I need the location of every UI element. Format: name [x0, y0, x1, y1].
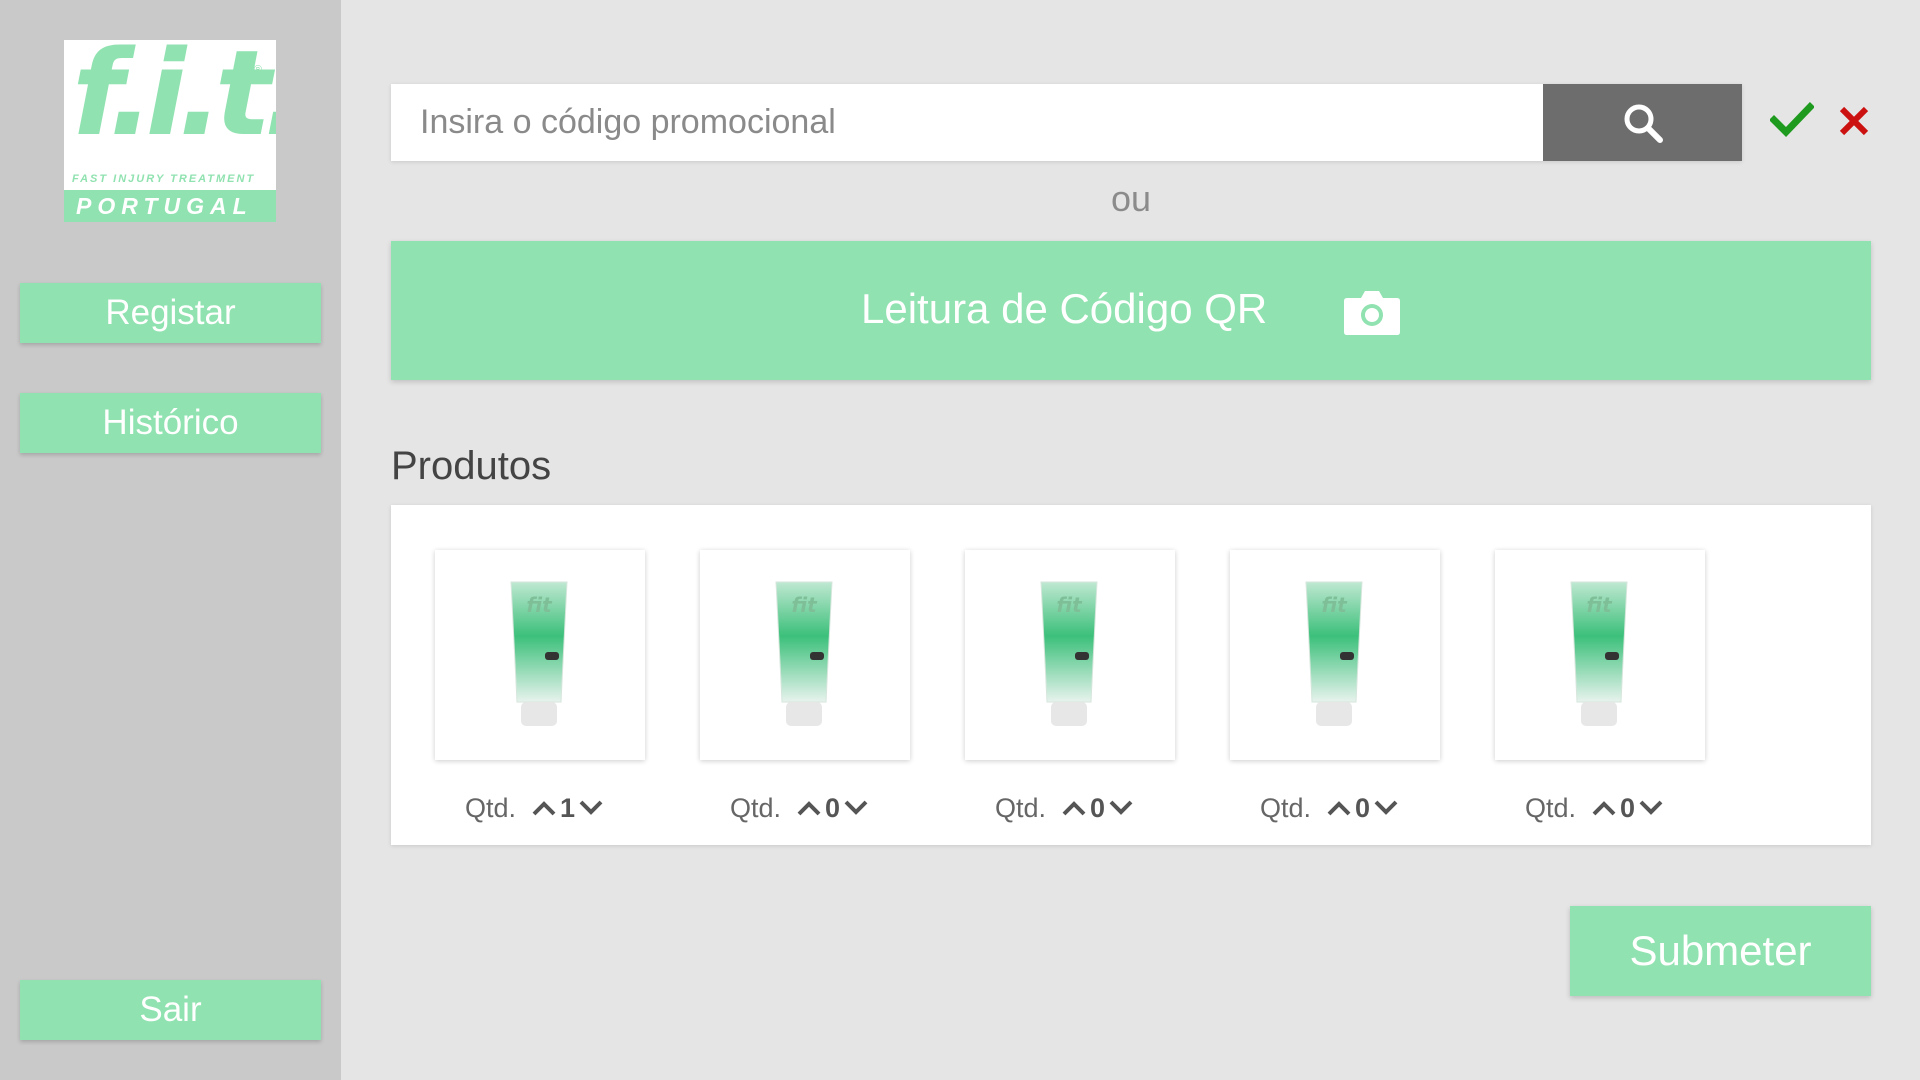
chevron-up-icon[interactable]: [1325, 797, 1353, 819]
chevron-down-icon[interactable]: [1637, 797, 1665, 819]
svg-text:fit: fit: [1321, 593, 1348, 617]
search-button[interactable]: [1543, 84, 1742, 161]
chevron-up-icon[interactable]: [1590, 797, 1618, 819]
chevron-up-icon[interactable]: [530, 797, 558, 819]
close-icon[interactable]: [1838, 105, 1870, 137]
cream-tube-icon: fit: [775, 581, 833, 726]
qty-label: Qtd.: [995, 792, 1047, 823]
submit-button[interactable]: Submeter: [1570, 906, 1871, 996]
logo-country: PORTUGAL: [64, 190, 276, 222]
logo-tagline: FAST INJURY TREATMENT: [72, 173, 256, 185]
check-icon[interactable]: [1770, 102, 1814, 138]
product-card: fit Qtd. 0: [1495, 550, 1705, 823]
cream-tube-icon: fit: [1570, 581, 1628, 726]
product-image[interactable]: fit: [435, 550, 645, 760]
quantity-stepper: Qtd. 0: [1260, 788, 1460, 828]
svg-text:fit: fit: [1056, 593, 1083, 617]
qty-label: Qtd.: [730, 792, 782, 823]
search-icon: [1624, 104, 1663, 143]
chevron-up-icon[interactable]: [1060, 797, 1088, 819]
product-card: fit Qtd. 0: [965, 550, 1175, 823]
promo-code-input[interactable]: [391, 84, 1543, 161]
cream-tube-icon: fit: [510, 581, 568, 726]
cream-tube-icon: fit: [1305, 581, 1363, 726]
svg-text:fit: fit: [526, 593, 553, 617]
promo-code-search: [391, 84, 1742, 161]
product-card: fit Qtd. 0: [1230, 550, 1440, 823]
product-image[interactable]: fit: [1495, 550, 1705, 760]
logout-button[interactable]: Sair: [20, 980, 321, 1040]
product-image[interactable]: fit: [965, 550, 1175, 760]
sidebar-item-registar[interactable]: Registar: [20, 283, 321, 343]
cream-tube-icon: fit: [1040, 581, 1098, 726]
product-image[interactable]: fit: [700, 550, 910, 760]
product-image[interactable]: fit: [1230, 550, 1440, 760]
chevron-down-icon[interactable]: [1372, 797, 1400, 819]
product-card: fit Qtd. 0: [700, 550, 910, 823]
qty-value: 0: [1620, 792, 1636, 823]
qty-value: 1: [560, 792, 576, 823]
qty-value: 0: [1090, 792, 1106, 823]
or-separator: ou: [1110, 178, 1152, 219]
products-panel: fit Qtd. 1 fit Qtd. 0 fit Qtd. 0 fit Qtd…: [391, 505, 1871, 845]
svg-text:fit: fit: [1586, 593, 1613, 617]
qty-value: 0: [1355, 792, 1371, 823]
fit-portugal-logo: f.i.t. ® FAST INJURY TREATMENT PORTUGAL: [64, 40, 276, 222]
chevron-down-icon[interactable]: [1107, 797, 1135, 819]
quantity-stepper: Qtd. 0: [995, 788, 1195, 828]
qty-label: Qtd.: [465, 792, 517, 823]
quantity-stepper: Qtd. 0: [1525, 788, 1725, 828]
qty-value: 0: [825, 792, 841, 823]
quantity-stepper: Qtd. 1: [465, 788, 665, 828]
registered-mark: ®: [253, 64, 262, 76]
sidebar: f.i.t. ® FAST INJURY TREATMENT PORTUGAL …: [0, 0, 341, 1080]
camera-icon: [1344, 291, 1400, 335]
qr-scan-label: Leitura de Código QR: [861, 285, 1268, 332]
qr-scan-button[interactable]: Leitura de Código QR: [391, 241, 1871, 380]
products-title: Produtos: [391, 444, 552, 488]
sidebar-item-historico[interactable]: Histórico: [20, 393, 321, 453]
product-card: fit Qtd. 1: [435, 550, 645, 823]
chevron-down-icon[interactable]: [577, 797, 605, 819]
chevron-down-icon[interactable]: [842, 797, 870, 819]
logo-wordmark: f.i.t.: [72, 40, 276, 162]
qty-label: Qtd.: [1260, 792, 1312, 823]
quantity-stepper: Qtd. 0: [730, 788, 930, 828]
svg-text:fit: fit: [791, 593, 818, 617]
qty-label: Qtd.: [1525, 792, 1577, 823]
chevron-up-icon[interactable]: [795, 797, 823, 819]
